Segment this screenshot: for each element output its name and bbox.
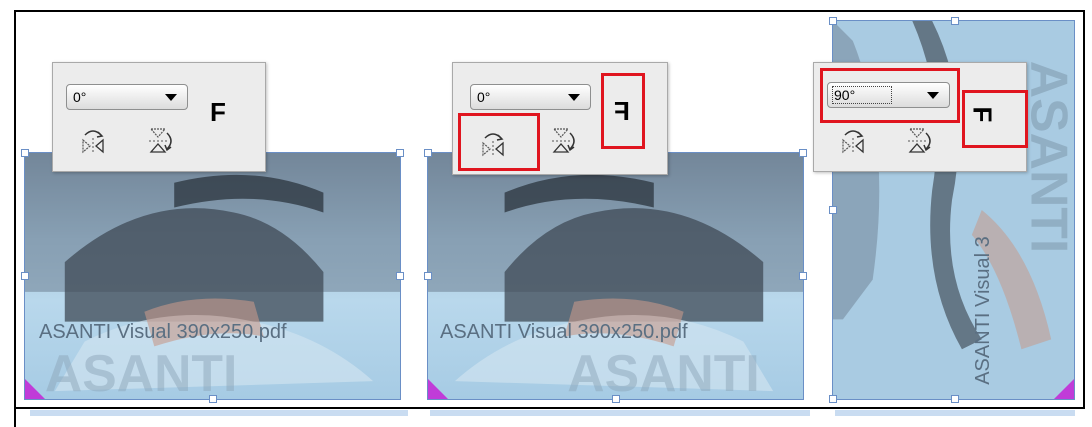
corner-marker	[428, 379, 448, 399]
next-row-strip	[430, 410, 810, 416]
flip-vertical-icon[interactable]	[548, 126, 578, 156]
card-label: ASANTI Visual 390x250.pdf	[39, 321, 287, 343]
flip-vertical-icon[interactable]	[904, 126, 934, 156]
resize-handle[interactable]	[396, 272, 404, 280]
resize-handle[interactable]	[799, 149, 807, 157]
flip-horizontal-icon[interactable]	[838, 126, 868, 156]
thumbnail-image: ASANTI	[25, 153, 400, 399]
page-thumbnail[interactable]: ASANTI ASANTI Visual 390x250.pdf	[427, 152, 804, 400]
svg-text:ASANTI: ASANTI	[567, 344, 759, 399]
rotation-panel: 0° F	[52, 62, 266, 172]
page-thumbnail[interactable]: ASANTI ASANTI Visual 390x250.pdf	[24, 152, 401, 400]
flip-vertical-icon[interactable]	[145, 126, 175, 156]
chevron-down-icon	[165, 94, 177, 101]
orientation-preview-letter: F	[210, 97, 226, 127]
resize-handle[interactable]	[424, 272, 432, 280]
resize-handle[interactable]	[21, 272, 29, 280]
highlight-box	[458, 113, 540, 171]
highlight-box	[962, 90, 1028, 148]
svg-text:ASANTI: ASANTI	[1020, 61, 1074, 253]
resize-handle[interactable]	[21, 149, 29, 157]
corner-marker	[25, 379, 45, 399]
card-label: ASANTI Visual 390x250.pdf	[440, 321, 688, 343]
flip-horizontal-icon[interactable]	[78, 126, 108, 156]
resize-handle[interactable]	[396, 149, 404, 157]
next-row-strip	[835, 410, 1075, 416]
rotation-angle-select[interactable]: 0°	[66, 84, 188, 110]
resize-handle[interactable]	[612, 395, 620, 403]
resize-handle[interactable]	[829, 206, 837, 214]
thumbnail-image: ASANTI	[428, 153, 803, 399]
card-label: ASANTI Visual 3	[971, 236, 994, 385]
resize-handle[interactable]	[951, 17, 959, 25]
rotation-angle-select[interactable]: 0°	[470, 84, 591, 110]
highlight-box	[601, 73, 645, 149]
resize-handle[interactable]	[424, 149, 432, 157]
next-row-strip	[30, 410, 408, 416]
rotation-panel: 90° F	[813, 62, 1028, 172]
rotation-angle-value: 0°	[477, 89, 491, 105]
svg-text:ASANTI: ASANTI	[45, 344, 237, 399]
resize-handle[interactable]	[209, 395, 217, 403]
frame-edge	[14, 405, 16, 427]
rotation-panel: 0° F	[452, 62, 668, 175]
rotation-angle-value: 0°	[73, 89, 87, 105]
resize-handle[interactable]	[829, 395, 837, 403]
highlight-box	[820, 68, 960, 123]
corner-marker	[1054, 379, 1074, 399]
resize-handle[interactable]	[829, 17, 837, 25]
chevron-down-icon	[568, 94, 580, 101]
resize-handle[interactable]	[799, 272, 807, 280]
resize-handle[interactable]	[951, 395, 959, 403]
